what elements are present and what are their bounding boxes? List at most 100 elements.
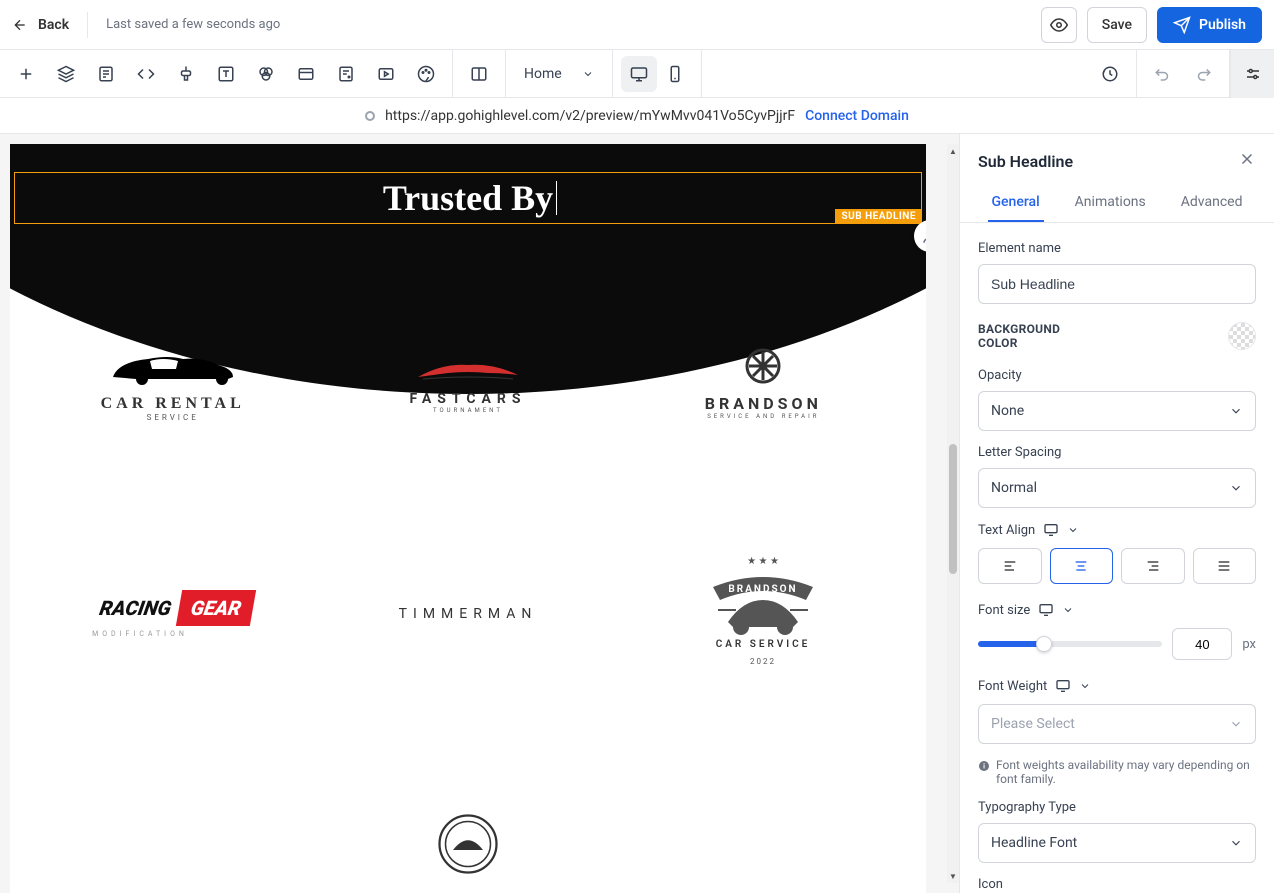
- font-weight-select[interactable]: Please Select: [978, 704, 1256, 744]
- align-right-icon: [1145, 558, 1161, 574]
- letter-spacing-label: Letter Spacing: [978, 445, 1256, 460]
- panel-tabs: General Animations Advanced: [960, 184, 1274, 223]
- logo-brandson-service[interactable]: ★ ★ ★ BRANDSON CAR SERVICE 2022: [631, 569, 896, 659]
- logo-placeholder-9[interactable]: [631, 799, 896, 889]
- canvas-scrollbar[interactable]: ▲ ▼: [947, 144, 959, 883]
- form-button[interactable]: [328, 56, 364, 92]
- logo-sports-badge[interactable]: [335, 799, 600, 889]
- sub-headline-element[interactable]: Trusted By SUB HEADLINE: [14, 172, 922, 224]
- plus-icon: [17, 65, 35, 83]
- status-dot-icon: [365, 111, 375, 121]
- align-center-icon: [1073, 558, 1089, 574]
- text-button[interactable]: [208, 56, 244, 92]
- font-weight-label: Font Weight: [978, 678, 1256, 694]
- tab-general[interactable]: General: [988, 184, 1044, 222]
- chevron-down-icon: [1079, 680, 1091, 692]
- connect-domain-link[interactable]: Connect Domain: [805, 108, 909, 124]
- layers-button[interactable]: [48, 56, 84, 92]
- divider: [87, 12, 88, 38]
- logo-timmerman[interactable]: TIMMERMAN: [335, 569, 600, 659]
- align-justify-button[interactable]: [1193, 548, 1257, 584]
- publish-button[interactable]: Publish: [1157, 7, 1262, 43]
- headline-text[interactable]: Trusted By: [383, 177, 553, 219]
- undo-button[interactable]: [1145, 56, 1181, 92]
- panel-title: Sub Headline: [978, 152, 1073, 171]
- logo-placeholder-7[interactable]: [40, 799, 305, 889]
- logo-brandson[interactable]: BRANDSON SERVICE AND REPAIR: [631, 339, 896, 429]
- text-align-label: Text Align: [978, 522, 1256, 538]
- svg-text:2022: 2022: [750, 657, 776, 666]
- chevron-down-icon: [1067, 524, 1079, 536]
- typography-select[interactable]: Headline Font: [978, 823, 1256, 863]
- align-right-button[interactable]: [1121, 548, 1185, 584]
- media-icon: [377, 65, 395, 83]
- monitor-icon: [1043, 522, 1059, 538]
- logo-racing-gear[interactable]: RACING GEAR MODIFICATION: [40, 569, 305, 659]
- sections-icon: [97, 65, 115, 83]
- scroll-down-icon: ▼: [947, 869, 959, 883]
- settings-button[interactable]: [1230, 50, 1274, 98]
- smartphone-icon: [666, 65, 684, 83]
- chevron-down-icon: [1229, 717, 1243, 731]
- tab-advanced[interactable]: Advanced: [1177, 184, 1247, 222]
- eye-icon: [1050, 16, 1068, 34]
- opacity-select[interactable]: None: [978, 391, 1256, 431]
- send-icon: [1173, 16, 1191, 34]
- chevron-down-icon: [582, 68, 594, 80]
- icon-label: Icon: [978, 877, 1256, 892]
- columns-icon: [470, 65, 488, 83]
- add-element-button[interactable]: [8, 56, 44, 92]
- logo-car-rental[interactable]: CAR RENTAL SERVICE: [40, 339, 305, 429]
- align-left-button[interactable]: [978, 548, 1042, 584]
- monitor-icon: [630, 65, 648, 83]
- element-name-input[interactable]: [978, 264, 1256, 304]
- element-name-label: Element name: [978, 241, 1256, 256]
- tab-animations[interactable]: Animations: [1071, 184, 1150, 222]
- bg-color-swatch[interactable]: [1228, 322, 1256, 350]
- font-size-label: Font size: [978, 602, 1256, 618]
- desktop-view-button[interactable]: [621, 56, 657, 92]
- media-button[interactable]: [368, 56, 404, 92]
- bg-color-label: BACKGROUNDCOLOR: [978, 322, 1060, 350]
- page-canvas[interactable]: Trusted By SUB HEADLINE CAR RENTAL SERVI…: [10, 144, 926, 893]
- font-weight-hint: i Font weights availability may vary dep…: [978, 758, 1256, 786]
- layout-button[interactable]: [288, 56, 324, 92]
- align-center-button[interactable]: [1050, 548, 1114, 584]
- text-icon: [217, 65, 235, 83]
- columns-button[interactable]: [461, 56, 497, 92]
- back-button[interactable]: Back: [12, 17, 69, 33]
- align-justify-icon: [1216, 558, 1232, 574]
- redo-button[interactable]: [1185, 56, 1221, 92]
- color-button[interactable]: [248, 56, 284, 92]
- scroll-up-icon: ▲: [947, 144, 959, 158]
- arrow-left-icon: [12, 17, 28, 33]
- close-icon: [1238, 150, 1256, 168]
- theme-button[interactable]: [408, 56, 444, 92]
- mobile-view-button[interactable]: [657, 56, 693, 92]
- logo-fastcars[interactable]: FASTCARS TOURNAMENT: [335, 339, 600, 429]
- slider-thumb[interactable]: [1036, 636, 1052, 652]
- preview-button[interactable]: [1041, 7, 1077, 43]
- font-size-slider[interactable]: [978, 641, 1162, 647]
- font-size-unit: px: [1242, 637, 1256, 652]
- page-selector[interactable]: Home: [506, 50, 613, 97]
- font-size-input[interactable]: [1172, 628, 1232, 660]
- round-badge-icon: [438, 814, 498, 874]
- clock-icon: [1101, 65, 1119, 83]
- last-saved-text: Last saved a few seconds ago: [106, 17, 280, 32]
- save-button[interactable]: Save: [1087, 7, 1147, 43]
- scrollbar-thumb[interactable]: [949, 444, 957, 574]
- code-button[interactable]: [128, 56, 164, 92]
- preview-url: https://app.gohighlevel.com/v2/preview/m…: [385, 108, 795, 124]
- letter-spacing-select[interactable]: Normal: [978, 468, 1256, 508]
- history-button[interactable]: [1092, 56, 1128, 92]
- panel-close-button[interactable]: [1238, 150, 1256, 172]
- paint-button[interactable]: [168, 56, 204, 92]
- opacity-label: Opacity: [978, 368, 1256, 383]
- car-silhouette-icon: [108, 347, 238, 387]
- sliders-icon: [1244, 65, 1262, 83]
- sections-button[interactable]: [88, 56, 124, 92]
- form-icon: [337, 65, 355, 83]
- sportscar-icon: [408, 355, 528, 385]
- svg-text:CAR SERVICE: CAR SERVICE: [716, 639, 811, 650]
